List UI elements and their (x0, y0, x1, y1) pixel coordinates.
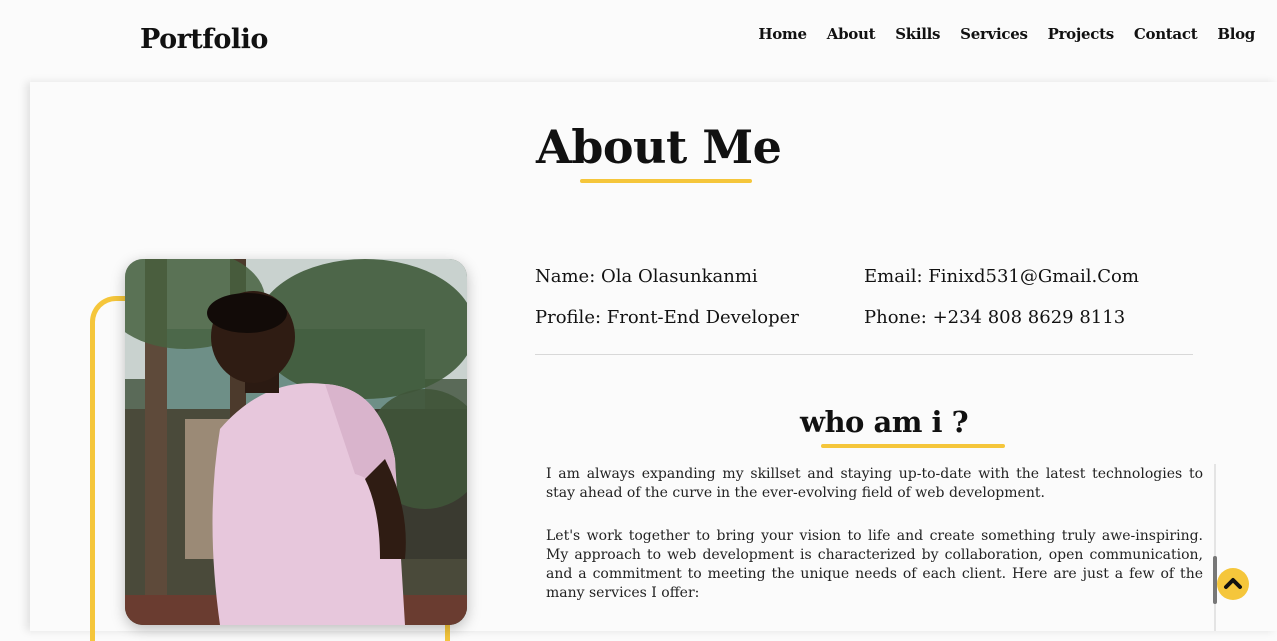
profile-photo (125, 259, 467, 625)
section-title: About Me (536, 120, 782, 174)
info-profile: Profile: Front-End Developer (535, 307, 799, 328)
back-to-top-button[interactable] (1217, 568, 1249, 600)
site-header: Portfolio Home About Skills Services Pro… (0, 0, 1277, 82)
info-divider (535, 354, 1193, 355)
title-underline (580, 179, 752, 183)
bio-paragraph-1: I am always expanding my skillset and st… (546, 466, 1203, 501)
nav-link-contact[interactable]: Contact (1134, 25, 1198, 43)
bio-paragraph-2: Let's work together to bring your vision… (546, 528, 1203, 601)
info-email: Email: Finixd531@Gmail.Com (864, 266, 1139, 287)
subtitle-underline (821, 444, 1005, 448)
who-am-i-heading: who am i ? (800, 405, 969, 439)
site-logo[interactable]: Portfolio (140, 24, 268, 55)
nav-link-home[interactable]: Home (758, 25, 807, 43)
nav-link-blog[interactable]: Blog (1217, 25, 1255, 43)
chevron-up-icon (1224, 578, 1242, 589)
nav-link-services[interactable]: Services (960, 25, 1028, 43)
nav-link-about[interactable]: About (827, 25, 876, 43)
main-nav: Home About Skills Services Projects Cont… (738, 25, 1255, 43)
nav-link-skills[interactable]: Skills (895, 25, 940, 43)
info-name: Name: Ola Olasunkanmi (535, 266, 758, 287)
bio-scrollbar-track[interactable] (1214, 464, 1216, 631)
info-phone: Phone: +234 808 8629 8113 (864, 307, 1126, 328)
nav-link-projects[interactable]: Projects (1048, 25, 1115, 43)
